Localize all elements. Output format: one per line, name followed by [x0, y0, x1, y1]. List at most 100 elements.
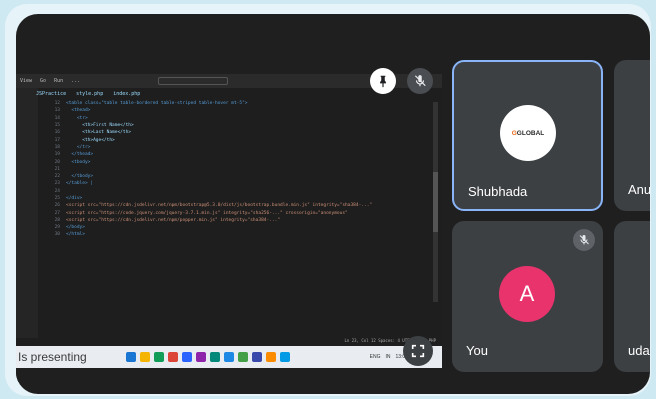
line-text: </div>: [66, 196, 83, 201]
taskbar-app-icon: [210, 352, 220, 362]
participant-avatar-logo: GGLOBAL: [500, 105, 556, 161]
taskbar-app-icon: [140, 352, 150, 362]
editor-sidebar: [16, 88, 38, 338]
presentation-view[interactable]: View Go Run ... JSPractice style.php ind…: [16, 74, 442, 382]
taskbar-app-icon: [280, 352, 290, 362]
line-number: 14: [54, 115, 60, 121]
line-text: </table> |: [66, 181, 94, 187]
fullscreen-button[interactable]: [403, 336, 433, 366]
editor-tab: index.php: [113, 91, 141, 97]
line-number: 24: [54, 188, 60, 194]
line-text: </html>: [66, 232, 85, 238]
avatar: A: [499, 266, 555, 322]
line-number: 27: [54, 210, 60, 216]
editor-tabs: JSPractice style.php index.php: [36, 88, 140, 100]
line-text: </tbody>: [66, 174, 94, 180]
code-line: 26 <script src="https://cdn.jsdelivr.net/…: [44, 202, 434, 209]
participant-name: uday: [628, 343, 650, 358]
line-text: <thead>: [66, 108, 91, 114]
code-line: 25 </div>: [44, 195, 434, 202]
fullscreen-icon: [411, 344, 425, 358]
tray-lang: ENG: [369, 354, 381, 360]
editor-tab: style.php: [76, 91, 104, 97]
code-line: 29 </body>: [44, 224, 434, 231]
code-line: 16 <th>Last Name</th>: [44, 129, 434, 136]
pin-button[interactable]: [370, 68, 396, 94]
menu-go: Go: [40, 78, 47, 84]
code-area: 12 <table class="table table-bordered tab…: [44, 100, 434, 239]
editor-statusbar: Ln 23, Col 12 Spaces: 4 UTF-8 CRLF PHP: [16, 338, 442, 346]
code-line: 27 <script src="https://code.jquery.com/j…: [44, 209, 434, 216]
line-number: 25: [54, 196, 60, 201]
screenshot-frame: View Go Run ... JSPractice style.php ind…: [5, 4, 651, 396]
line-number: 28: [54, 217, 60, 223]
pin-icon: [380, 75, 386, 88]
taskbar-icons: [126, 352, 290, 362]
participant-tile[interactable]: Anu: [614, 60, 650, 211]
participant-name: You: [466, 343, 488, 358]
presenter-label: Is presenting: [18, 350, 87, 364]
line-number: 17: [54, 137, 60, 143]
line-text: <th>First Name</th>: [66, 123, 134, 129]
meeting-window: View Go Run ... JSPractice style.php ind…: [16, 14, 650, 394]
taskbar-app-icon: [196, 352, 206, 362]
code-line: 21: [44, 166, 434, 173]
code-line: 23 </table> |: [44, 180, 434, 187]
code-line: 28 <script src="https://cdn.jsdelivr.net/…: [44, 217, 434, 224]
taskbar-tray: ENG IN 13:04: [370, 354, 408, 360]
line-number: 26: [54, 203, 60, 209]
line-text: <script src="https://cdn.jsdelivr.net/np…: [66, 217, 281, 223]
line-number: 23: [54, 181, 60, 187]
taskbar-app-icon: [238, 352, 248, 362]
line-text: <tbody>: [66, 159, 91, 165]
presenter-mute-indicator: [407, 68, 433, 94]
taskbar-app-icon: [154, 352, 164, 362]
line-text: <th>Last Name</th>: [66, 130, 132, 136]
code-line: 18 </tr>: [44, 144, 434, 151]
taskbar-app-icon: [126, 352, 136, 362]
taskbar-app-icon: [224, 352, 234, 362]
taskbar-app-icon: [182, 352, 192, 362]
line-text: <script src="https://code.jquery.com/jqu…: [66, 210, 348, 216]
taskbar-app-icon: [266, 352, 276, 362]
mic-off-icon: [579, 235, 589, 245]
logo-text: GGLOBAL: [511, 129, 545, 137]
participant-tile[interactable]: GGLOBAL Shubhada: [452, 60, 603, 211]
tray-region: IN: [385, 354, 391, 360]
code-line: 30 </html>: [44, 231, 434, 238]
code-line: 14 <tr>: [44, 115, 434, 122]
participant-name: Anu: [628, 182, 650, 197]
line-text: <tr>: [66, 115, 88, 121]
code-line: 22 </tbody>: [44, 173, 434, 180]
line-text: </thead>: [66, 152, 94, 158]
editor-search-box: [158, 77, 229, 85]
participant-tile[interactable]: uday: [614, 221, 650, 372]
line-text: <th>Age</th>: [66, 137, 115, 143]
code-line: 19 </thead>: [44, 151, 434, 158]
menu-more: ...: [71, 78, 81, 84]
shared-taskbar: Is presenting ENG IN 13:04: [16, 346, 442, 368]
line-number: 21: [54, 166, 60, 172]
code-line: 12 <table class="table table-bordered tab…: [44, 100, 434, 107]
line-number: 18: [54, 144, 60, 150]
line-number: 16: [54, 130, 60, 136]
code-line: 13 <thead>: [44, 107, 434, 114]
participant-name: Shubhada: [468, 184, 528, 199]
line-number: 30: [54, 232, 60, 238]
editor-tab: JSPractice: [36, 91, 67, 97]
line-text: </body>: [66, 225, 85, 231]
line-number: 15: [54, 123, 60, 129]
taskbar-app-icon: [252, 352, 262, 362]
line-text: <table class="table table-bordered table…: [66, 101, 248, 107]
mute-indicator: [573, 229, 595, 251]
line-number: 12: [54, 101, 60, 107]
line-number: 29: [54, 225, 60, 231]
code-line: 24: [44, 188, 434, 195]
line-number: 20: [54, 159, 60, 165]
line-text: </tr>: [66, 144, 91, 150]
editor-scrollbar: [433, 102, 438, 302]
line-text: <script src="https://cdn.jsdelivr.net/np…: [66, 203, 373, 209]
participant-tile-self[interactable]: A You: [452, 221, 603, 372]
taskbar-app-icon: [168, 352, 178, 362]
code-line: 17 <th>Age</th>: [44, 136, 434, 143]
